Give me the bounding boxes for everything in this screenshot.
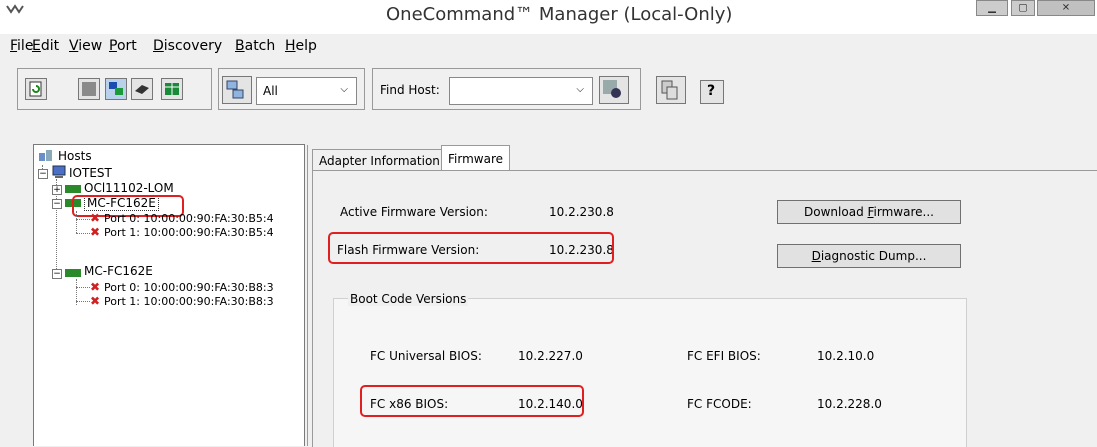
group-adapters-button[interactable] (222, 76, 252, 104)
active-firmware-value: 10.2.230.8 (549, 205, 614, 219)
adapter-card-icon (65, 185, 81, 193)
search-icon (603, 80, 621, 98)
computer-icon (52, 165, 66, 178)
tree-adapter-mc-fc162e-2[interactable]: MC-FC162E (84, 264, 153, 278)
hosts-icon (39, 150, 52, 161)
minimize-button[interactable]: ▁ (976, 0, 1008, 16)
title-bar: OneCommand™ Manager (Local-Only) ▁ ▢ ✕ (0, 0, 1097, 34)
card-icon (135, 85, 149, 94)
download-firmware-button[interactable]: Download Firmware... (777, 200, 961, 224)
tree-port[interactable]: Port 1: 10:00:00:90:FA:30:B8:3 (104, 295, 274, 308)
grid-icon (82, 82, 96, 96)
fc-efi-bios-label: FC EFI BIOS: (687, 349, 761, 363)
menu-view[interactable]: View (69, 38, 102, 54)
collapse-icon[interactable]: − (52, 269, 62, 279)
boot-code-group (333, 298, 967, 447)
port-down-icon: ✖ (90, 225, 101, 239)
maximize-icon: ▢ (1018, 2, 1028, 14)
menu-help[interactable]: Help (285, 38, 317, 54)
network-icon (109, 82, 123, 95)
highlight-flash-firmware (328, 232, 614, 264)
fc-universal-bios-value: 10.2.227.0 (518, 349, 583, 363)
menu-discovery[interactable]: Discovery (153, 38, 222, 54)
filter-select-value: All (263, 84, 278, 98)
menu-batch[interactable]: Batch (235, 38, 275, 54)
collapse-icon[interactable]: − (52, 199, 62, 209)
fc-fcode-value: 10.2.228.0 (817, 397, 882, 411)
tree-port[interactable]: Port 1: 10:00:00:90:FA:30:B5:4 (104, 226, 274, 239)
expand-icon[interactable]: + (52, 185, 62, 195)
adapter-card-icon (65, 269, 81, 277)
window-title: OneCommand™ Manager (Local-Only) (386, 4, 733, 25)
tree-adapter-ocl11102[interactable]: OCl11102-LOM (84, 181, 174, 195)
refresh-button[interactable] (25, 78, 47, 100)
fabric-view-button[interactable] (105, 78, 127, 100)
help-icon: ? (707, 83, 716, 99)
chevron-down-icon: ⌵ (340, 84, 348, 95)
find-host-button[interactable] (599, 76, 629, 104)
host-view-button[interactable] (78, 78, 100, 100)
fc-universal-bios-label: FC Universal BIOS: (370, 349, 482, 363)
menu-file[interactable]: File (10, 38, 33, 54)
collapse-icon[interactable]: − (38, 169, 48, 179)
host-tree: Hosts − IOTEST + OCl11102-LOM − MC-FC162… (33, 144, 305, 446)
diagnostic-dump-button[interactable]: Diagnostic Dump... (777, 244, 961, 268)
active-firmware-label: Active Firmware Version: (340, 205, 488, 219)
tree-port[interactable]: Port 0: 10:00:00:90:FA:30:B8:3 (104, 281, 274, 294)
vport-view-button[interactable] (131, 78, 153, 100)
table-view-button[interactable] (161, 78, 183, 100)
filter-select[interactable]: All ⌵ (256, 77, 357, 105)
fc-fcode-label: FC FCODE: (687, 397, 752, 411)
hierarchy-icon (226, 80, 244, 99)
fc-efi-bios-value: 10.2.10.0 (817, 349, 875, 363)
tab-adapter-information[interactable]: Adapter Information (312, 149, 447, 172)
close-button[interactable]: ✕ (1037, 0, 1095, 16)
menu-port[interactable]: Port (109, 38, 137, 54)
maximize-button[interactable]: ▢ (1011, 0, 1035, 16)
boot-code-group-title: Boot Code Versions (348, 292, 469, 306)
table-icon (165, 83, 179, 95)
app-icon (6, 4, 24, 14)
refresh-icon (29, 81, 42, 97)
close-icon: ✕ (1061, 2, 1071, 14)
chevron-down-icon: ⌵ (576, 84, 584, 95)
menu-bar: File Edit View Port Discovery Batch Help (0, 36, 1097, 56)
port-down-icon: ✖ (90, 280, 101, 294)
find-host-input[interactable]: ⌵ (449, 77, 593, 105)
help-button[interactable]: ? (700, 80, 724, 104)
sync-icon (661, 80, 678, 100)
tree-host-iotest[interactable]: IOTEST (69, 166, 112, 180)
highlight-fc-x86-bios (360, 385, 584, 417)
tree-root-hosts[interactable]: Hosts (58, 149, 92, 163)
menu-edit[interactable]: Edit (32, 38, 59, 54)
discover-button[interactable] (656, 76, 686, 104)
port-down-icon: ✖ (90, 294, 101, 308)
tab-firmware[interactable]: Firmware (441, 145, 510, 172)
find-host-label: Find Host: (380, 83, 440, 97)
tree-port[interactable]: Port 0: 10:00:00:90:FA:30:B5:4 (104, 212, 274, 225)
port-down-icon: ✖ (90, 211, 101, 225)
minimize-icon: ▁ (988, 2, 996, 14)
